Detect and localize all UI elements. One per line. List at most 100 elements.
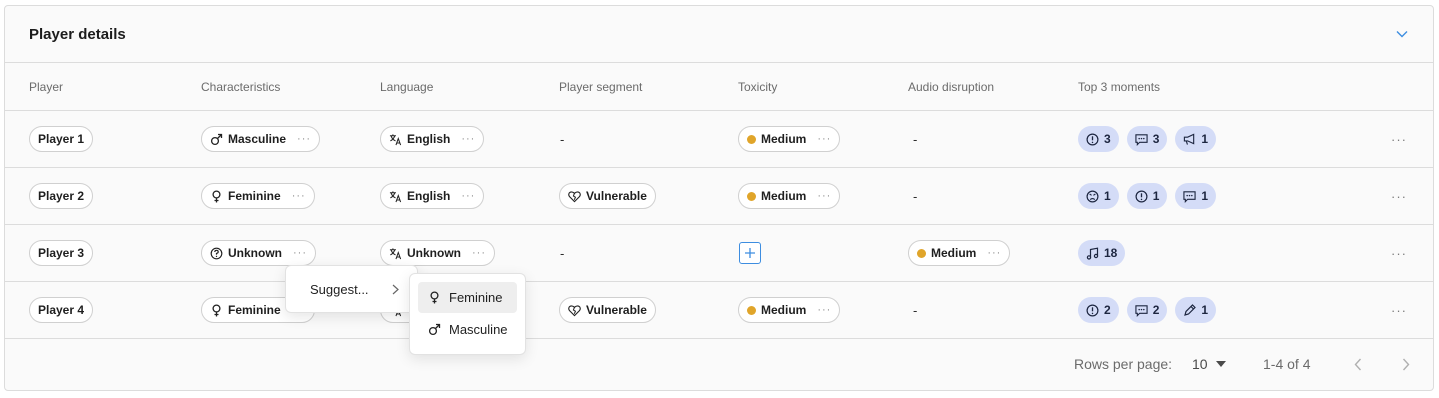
pen-icon (1183, 303, 1197, 317)
language-chip-label: English (407, 189, 451, 203)
more-options-icon[interactable]: ··· (472, 247, 486, 259)
moment-count: 3 (1104, 132, 1111, 146)
prev-page-button[interactable] (1354, 339, 1362, 389)
chevron-left-icon (1354, 358, 1362, 370)
moment-badge[interactable]: 3 (1078, 126, 1119, 152)
moment-badge[interactable]: 1 (1078, 183, 1119, 209)
megaphone-icon (1183, 133, 1196, 146)
toxicity-chip[interactable]: Medium ··· (738, 297, 841, 323)
moment-badge[interactable]: 1 (1175, 297, 1217, 323)
more-options-icon[interactable]: ··· (817, 190, 831, 202)
translate-icon (389, 190, 402, 203)
toxicity-chip-label: Medium (761, 132, 807, 146)
segment-empty: - (560, 245, 565, 261)
moment-badge[interactable]: 1 (1175, 183, 1217, 209)
segment-chip[interactable]: Vulnerable (559, 183, 656, 209)
broken-heart-icon (568, 304, 581, 317)
broken-heart-icon (568, 190, 581, 203)
submenu-item-feminine[interactable]: Feminine (418, 282, 517, 313)
moment-badge[interactable]: 2 (1126, 297, 1168, 323)
characteristic-chip[interactable]: Feminine ··· (201, 183, 315, 209)
more-options-icon[interactable]: ··· (817, 133, 831, 145)
language-chip-label: Unknown (407, 246, 461, 260)
column-header-player-segment: Player segment (559, 80, 643, 94)
more-options-icon[interactable]: ··· (292, 190, 306, 202)
toxicity-chip-label: Medium (761, 303, 807, 317)
medium-dot-icon (917, 248, 926, 258)
player-chip[interactable]: Player 2 (29, 183, 94, 209)
toxicity-chip-label: Medium (761, 189, 807, 203)
female-icon (428, 291, 441, 304)
player-chip[interactable]: Player 4 (29, 297, 94, 323)
submenu-item-masculine[interactable]: Masculine (418, 314, 517, 345)
chat-icon (1135, 304, 1148, 317)
moment-badge[interactable]: 18 (1078, 240, 1126, 266)
context-menu: Suggest... (285, 265, 418, 313)
segment-chip[interactable]: Vulnerable (559, 297, 656, 323)
submenu-item-label: Feminine (449, 290, 503, 305)
column-header-characteristics: Characteristics (201, 80, 281, 94)
row-more-icon[interactable]: ··· (1391, 225, 1407, 281)
audio-empty: - (913, 188, 918, 204)
characteristic-chip-label: Feminine (228, 303, 281, 317)
moment-badge[interactable]: 2 (1078, 297, 1119, 323)
more-options-icon[interactable]: ··· (293, 247, 307, 259)
player-name: Player 1 (38, 132, 85, 146)
table-row: Player 4 Feminine ··· ··· Vulnerable Medium ··… (5, 282, 1433, 339)
toxicity-chip[interactable]: Medium ··· (738, 183, 841, 209)
collapse-chevron-icon[interactable] (1393, 25, 1411, 43)
medium-dot-icon (747, 191, 756, 201)
suggest-menu-item[interactable]: Suggest... (286, 266, 417, 312)
more-options-icon[interactable]: ··· (461, 133, 475, 145)
add-toxicity-button[interactable] (739, 242, 761, 264)
moment-badge[interactable]: 1 (1175, 126, 1217, 152)
player-name: Player 4 (38, 303, 85, 317)
more-options-icon[interactable]: ··· (297, 133, 311, 145)
audio-chip[interactable]: Medium ··· (908, 240, 1011, 266)
segment-chip-label: Vulnerable (586, 303, 647, 317)
moment-badge[interactable]: 3 (1126, 126, 1168, 152)
next-page-button[interactable] (1402, 339, 1410, 389)
moment-count: 1 (1201, 189, 1209, 203)
column-header-toxicity: Toxicity (738, 80, 778, 94)
moment-badge[interactable]: 1 (1126, 183, 1168, 209)
question-icon (210, 247, 223, 260)
language-chip[interactable]: English ··· (380, 126, 485, 152)
language-chip[interactable]: English ··· (380, 183, 485, 209)
alert-icon (1135, 189, 1148, 203)
characteristic-chip[interactable]: Unknown ··· (201, 240, 316, 266)
player-details-card: Player details Player Characteristics La… (4, 5, 1434, 391)
characteristic-chip-label: Feminine (228, 189, 281, 203)
audio-empty: - (913, 302, 918, 318)
row-more-icon[interactable]: ··· (1391, 168, 1407, 224)
column-header-player: Player (29, 80, 64, 94)
language-chip-label: English (407, 132, 451, 146)
rows-per-page-value: 10 (1192, 356, 1208, 372)
column-header-audio-disruption: Audio disruption (908, 80, 995, 94)
more-options-icon[interactable]: ··· (987, 247, 1001, 259)
rows-per-page-select[interactable]: 10 (1192, 339, 1226, 389)
toxicity-chip[interactable]: Medium ··· (738, 126, 841, 152)
player-chip[interactable]: Player 3 (29, 240, 94, 266)
segment-empty: - (560, 131, 565, 147)
player-chip[interactable]: Player 1 (29, 126, 94, 152)
more-options-icon[interactable]: ··· (817, 304, 831, 316)
row-more-icon[interactable]: ··· (1391, 282, 1407, 338)
more-options-icon[interactable]: ··· (461, 190, 475, 202)
chat-icon (1135, 133, 1148, 146)
column-header-language: Language (380, 80, 434, 94)
characteristic-chip[interactable]: Masculine ··· (201, 126, 321, 152)
characteristic-chip-label: Unknown (228, 246, 282, 260)
pagination-range: 1-4 of 4 (1263, 356, 1311, 372)
rows-per-page-label: Rows per page: (1074, 356, 1173, 372)
female-icon (210, 303, 223, 317)
language-chip[interactable]: Unknown ··· (380, 240, 495, 266)
chevron-right-icon (1402, 358, 1410, 370)
player-name: Player 3 (38, 246, 85, 260)
segment-chip-label: Vulnerable (586, 189, 647, 203)
audio-empty: - (913, 131, 918, 147)
table-row: Player 1 Masculine ··· English ··· - Medium ···… (5, 111, 1433, 168)
row-more-icon[interactable]: ··· (1391, 111, 1407, 167)
suggest-submenu: Feminine Masculine (409, 273, 526, 355)
moment-count: 2 (1104, 303, 1111, 317)
